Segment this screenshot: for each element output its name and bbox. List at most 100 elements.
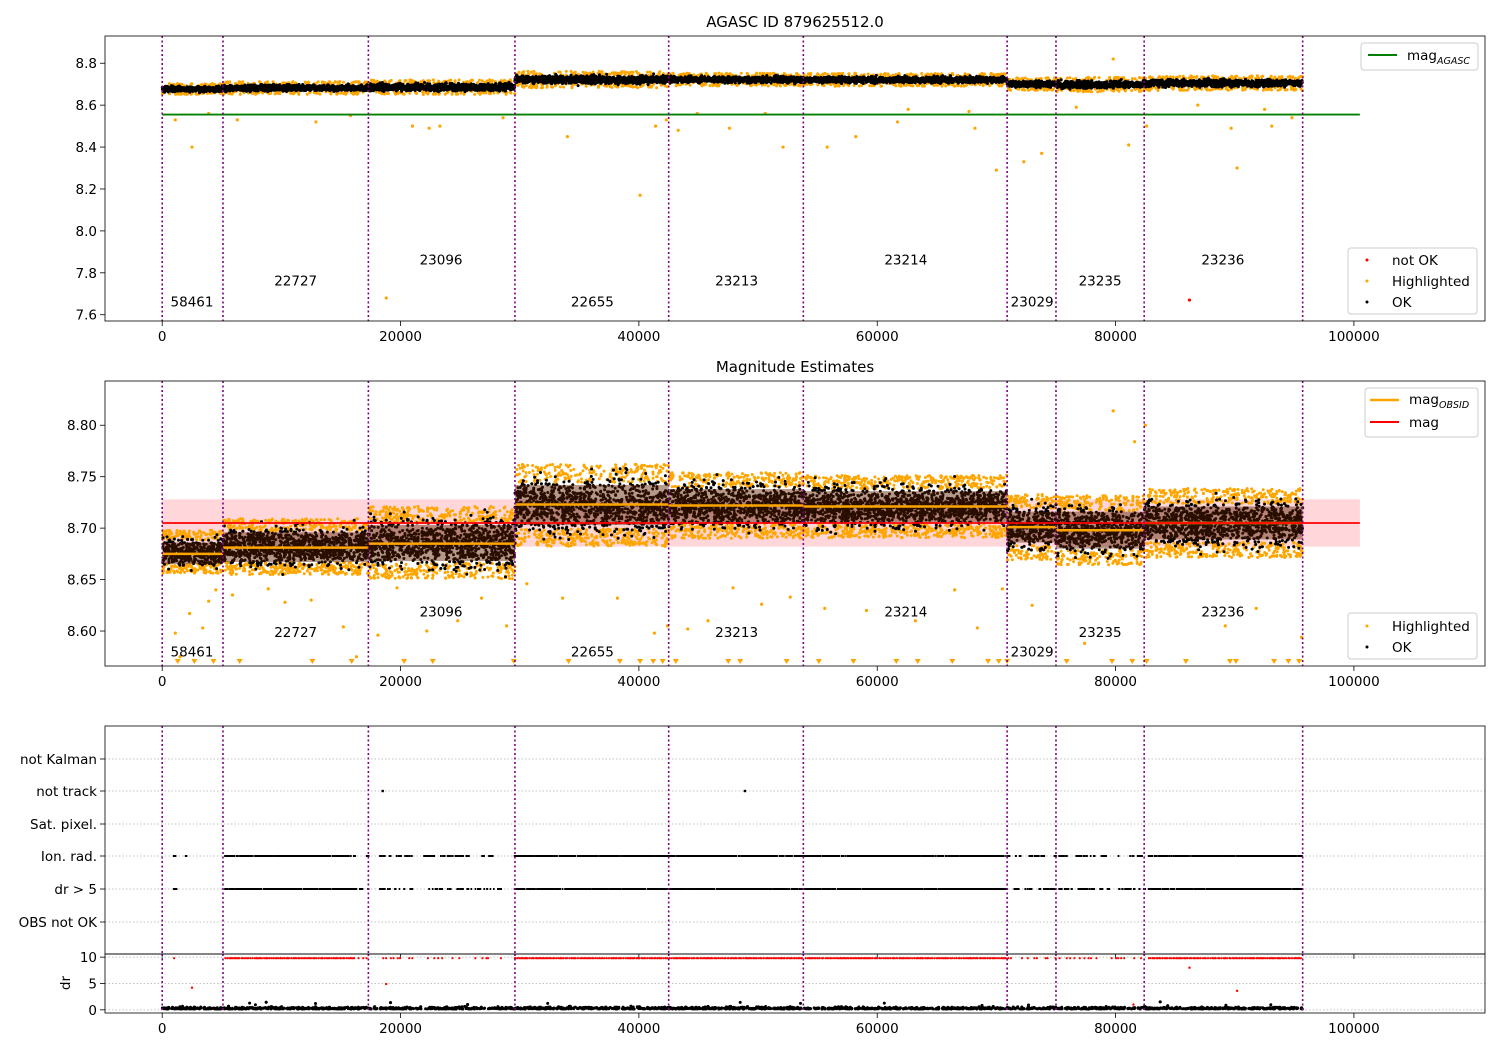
ok-point: [184, 88, 187, 92]
highlighted-point: [1189, 74, 1193, 78]
highlighted-point: [841, 71, 845, 75]
highlighted-point: [822, 84, 826, 88]
ok-point: [219, 89, 222, 93]
highlighted-point: [920, 72, 924, 75]
ok-point: [215, 88, 219, 92]
highlighted-point: [798, 84, 802, 88]
ok-point: [429, 89, 433, 93]
highlighted-point: [551, 85, 554, 89]
highlighted-point: [782, 72, 786, 75]
highlighted-point: [344, 92, 348, 96]
highlighted-point: [674, 84, 678, 88]
ok-point: [254, 89, 258, 93]
ok-point: [170, 85, 174, 88]
highlighted-point: [183, 92, 187, 96]
ok-point: [241, 87, 245, 91]
ok-point: [605, 72, 609, 76]
highlighted-point: [1165, 74, 1169, 78]
highlighted-point: [389, 78, 393, 82]
ok-point: [468, 84, 472, 88]
highlighted-point: [1081, 90, 1085, 94]
highlighted-point: [1288, 74, 1292, 78]
ok-point: [181, 86, 185, 90]
highlighted-point: [1178, 74, 1182, 78]
ok-point: [203, 84, 207, 88]
highlighted-point: [402, 92, 406, 96]
highlighted-point: [529, 70, 533, 74]
highlighted-point: [457, 78, 461, 82]
highlighted-point: [1026, 88, 1030, 92]
ok-point: [372, 85, 376, 89]
highlighted-point: [1270, 88, 1273, 92]
highlighted-point: [354, 80, 358, 84]
highlighted-point: [290, 92, 294, 95]
highlighted-point: [469, 79, 473, 83]
highlighted-point: [1148, 75, 1151, 79]
highlighted-point: [645, 70, 649, 74]
ok-point: [409, 84, 413, 88]
ok-point: [384, 88, 388, 92]
highlighted-point: [807, 72, 811, 76]
ok-point: [505, 83, 509, 87]
highlighted-point: [583, 71, 587, 75]
ok-point: [465, 87, 469, 91]
highlighted-point: [868, 84, 872, 88]
ok-point: [162, 88, 166, 92]
highlighted-point: [720, 72, 724, 76]
highlighted-point: [1099, 89, 1102, 93]
ok-point: [308, 84, 312, 88]
ok-point: [662, 75, 666, 79]
ok-point: [233, 86, 237, 90]
highlighted-point: [584, 84, 588, 88]
ok-point: [354, 85, 358, 89]
highlighted-point: [1115, 88, 1119, 92]
ok-point: [345, 87, 349, 91]
ok-point: [511, 87, 514, 91]
highlighted-point: [880, 84, 884, 88]
highlighted-point: [408, 91, 412, 95]
highlighted-point: [1045, 88, 1049, 92]
highlighted-point: [833, 84, 837, 88]
ok-point: [266, 90, 270, 94]
ok-point: [431, 85, 435, 89]
highlighted-point: [1273, 75, 1277, 79]
ok-point: [285, 86, 289, 90]
highlighted-point: [1183, 88, 1187, 92]
highlighted-point: [897, 72, 901, 75]
highlighted-point: [478, 78, 481, 82]
highlighted-point: [532, 69, 536, 73]
ok-point: [296, 86, 300, 90]
ok-point: [287, 83, 291, 86]
highlighted-point: [634, 85, 638, 89]
highlighted-point: [527, 85, 531, 89]
ok-point: [375, 83, 379, 87]
ok-point: [259, 83, 263, 86]
ok-point: [597, 73, 601, 77]
ok-point: [198, 91, 201, 95]
highlighted-point: [1090, 90, 1094, 94]
highlighted-point: [879, 72, 883, 76]
highlighted-point: [421, 93, 425, 96]
highlighted-point: [944, 84, 948, 88]
ok-point: [459, 85, 463, 89]
ok-point: [463, 85, 467, 88]
highlighted-point: [1248, 76, 1252, 80]
highlighted-point: [754, 73, 758, 77]
ok-point: [291, 87, 295, 91]
ok-point: [437, 82, 441, 86]
highlighted-point: [611, 71, 615, 75]
highlighted-point: [1269, 74, 1273, 78]
highlighted-point: [631, 70, 635, 74]
ok-point: [452, 85, 456, 89]
highlighted-point: [1068, 76, 1072, 80]
highlighted-point: [342, 80, 346, 84]
ok-point: [486, 83, 489, 87]
panel1-title: AGASC ID 879625512.0: [706, 13, 884, 31]
highlighted-point: [909, 84, 913, 88]
highlighted-point: [1294, 88, 1298, 91]
highlighted-point: [1299, 74, 1303, 78]
highlighted-point: [502, 78, 506, 82]
ok-point: [346, 82, 350, 86]
highlighted-point: [847, 72, 851, 76]
highlighted-point: [716, 83, 720, 87]
